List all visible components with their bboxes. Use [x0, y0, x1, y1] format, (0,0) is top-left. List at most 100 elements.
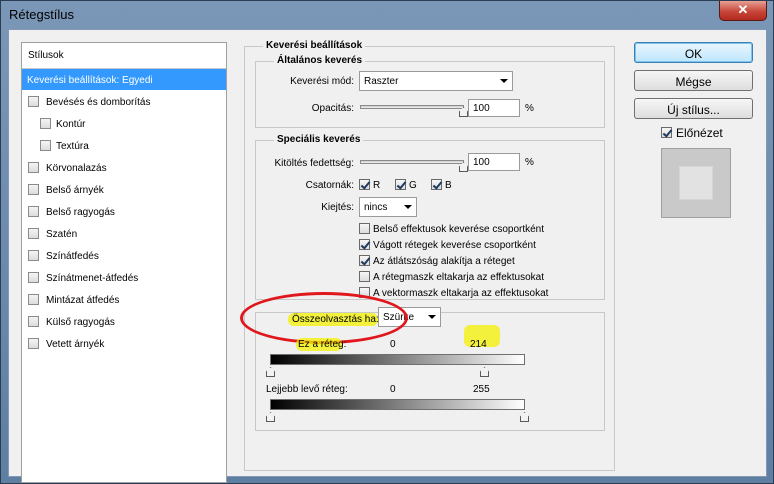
this-layer-min-value: 0 [390, 339, 396, 350]
window-title: Rétegstílus [9, 7, 75, 22]
sidebar-item-label: Körvonalazás [46, 163, 107, 174]
sidebar-item-drop-shadow[interactable]: Vetett árnyék [22, 333, 226, 355]
advanced-blending-title: Speciális keverés [274, 134, 364, 145]
general-blending-title: Általános keverés [274, 55, 366, 66]
option-transparency-shapes-checkbox[interactable] [359, 255, 370, 266]
this-layer-white-thumb[interactable] [480, 367, 489, 377]
title-bar[interactable]: Rétegstílus ✕ [1, 1, 773, 29]
checkbox[interactable] [28, 316, 39, 327]
underlying-min-value: 0 [390, 384, 396, 395]
option-blend-interior-label: Belső effektusok keverése csoportként [373, 224, 545, 235]
sidebar-item-label: Belső ragyogás [46, 207, 115, 218]
this-layer-max-value: 214 [470, 339, 487, 350]
channel-r-label: R [373, 180, 381, 191]
new-style-button[interactable]: Új stílus... [634, 98, 753, 119]
chevron-down-icon [500, 79, 508, 83]
checkbox[interactable] [28, 294, 39, 305]
checkbox[interactable] [28, 184, 39, 195]
checkbox[interactable] [28, 250, 39, 261]
blend-if-group: Összeolvasztás ha: Szürke Ez a réteg: 0 … [240, 292, 605, 431]
opacity-label: Opacitás: [311, 103, 354, 114]
sidebar-item-label: Keverési beállítások: Egyedi [27, 75, 153, 86]
styles-header[interactable]: Stílusok [22, 43, 226, 69]
styles-list: Stílusok Keverési beállítások: Egyedi Be… [21, 42, 227, 483]
checkbox[interactable] [28, 228, 39, 239]
channel-g-checkbox[interactable] [395, 179, 406, 190]
checkbox[interactable] [40, 140, 51, 151]
sidebar-item-stroke[interactable]: Körvonalazás [22, 157, 226, 179]
sidebar-item-label: Színátfedés [46, 251, 99, 262]
sidebar-item-label: Belső árnyék [46, 185, 104, 196]
option-vector-mask-hides-label: A vektormaszk eltakarja az effektusokat [373, 288, 549, 299]
sidebar-item-inner-glow[interactable]: Belső ragyogás [22, 201, 226, 223]
sidebar-item-label: Szatén [46, 229, 78, 240]
fill-opacity-slider[interactable] [360, 160, 464, 164]
fill-opacity-percent: % [525, 157, 534, 168]
advanced-blending-group: Speciális keverés Kitöltés fedettség: 10… [255, 134, 605, 300]
dialog-window: Rétegstílus ✕ Stílusok Keverési beállítá… [0, 0, 774, 484]
ok-button[interactable]: OK [634, 42, 753, 63]
checkbox[interactable] [28, 272, 39, 283]
checkbox[interactable] [28, 162, 39, 173]
channel-r-checkbox[interactable] [359, 179, 370, 190]
dialog-client: Stílusok Keverési beállítások: Egyedi Be… [8, 29, 767, 483]
fill-opacity-value: 100 [473, 157, 490, 168]
sidebar-item-outer-glow[interactable]: Külső ragyogás [22, 311, 226, 333]
close-button[interactable]: ✕ [719, 1, 767, 21]
fill-opacity-label: Kitöltés fedettség: [274, 158, 355, 169]
knockout-select[interactable]: nincs [359, 197, 417, 217]
blend-mode-label: Keverési mód: [290, 76, 354, 87]
option-layer-mask-hides-checkbox[interactable] [359, 271, 370, 282]
blend-mode-select[interactable]: Raszter [359, 71, 513, 91]
sidebar-item-label: Külső ragyogás [46, 317, 115, 328]
opacity-value: 100 [473, 103, 490, 114]
sidebar-item-blending-options[interactable]: Keverési beállítások: Egyedi [22, 69, 226, 90]
knockout-label: Kiejtés: [321, 202, 354, 213]
checkbox[interactable] [28, 96, 39, 107]
sidebar-item-label: Bevésés és domborítás [46, 97, 151, 108]
this-layer-label: Ez a réteg: [298, 339, 347, 350]
sidebar-item-gradient-overlay[interactable]: Színátmenet-átfedés [22, 267, 226, 289]
opacity-slider[interactable] [360, 105, 464, 109]
underlying-black-thumb[interactable] [266, 412, 275, 422]
channel-b-checkbox[interactable] [431, 179, 442, 190]
checkbox[interactable] [40, 118, 51, 129]
channel-b-label: B [445, 180, 452, 191]
close-icon: ✕ [737, 2, 749, 17]
option-transparency-shapes-label: Az átlátszóság alakítja a réteget [373, 256, 515, 267]
this-layer-gradient [270, 354, 525, 365]
sidebar-item-color-overlay[interactable]: Színátfedés [22, 245, 226, 267]
sidebar-item-bevel-emboss[interactable]: Bevésés és domborítás [22, 91, 226, 113]
blending-options-title: Keverési beállítások [263, 40, 366, 51]
sidebar-item-texture[interactable]: Textúra [22, 135, 226, 157]
chevron-down-icon [428, 315, 436, 319]
preview-checkbox[interactable] [661, 127, 672, 138]
checkbox[interactable] [28, 338, 39, 349]
knockout-value: nincs [364, 202, 388, 213]
fill-opacity-input[interactable]: 100 [468, 153, 520, 171]
underlying-layer-gradient [270, 399, 525, 410]
preview-label: Előnézet [676, 126, 723, 140]
chevron-down-icon [404, 205, 412, 209]
channel-g-label: G [409, 180, 417, 191]
underlying-white-thumb[interactable] [520, 412, 529, 422]
sidebar-item-contour[interactable]: Kontúr [22, 113, 226, 135]
sidebar-item-pattern-overlay[interactable]: Mintázat átfedés [22, 289, 226, 311]
sidebar-item-satin[interactable]: Szatén [22, 223, 226, 245]
style-preview-swatch [661, 148, 731, 218]
opacity-input[interactable]: 100 [468, 99, 520, 117]
sidebar-item-label: Színátmenet-átfedés [46, 273, 139, 284]
sidebar-item-label: Mintázat átfedés [46, 295, 120, 306]
annotation-circle [240, 292, 408, 344]
this-layer-black-thumb[interactable] [266, 367, 275, 377]
option-blend-interior-checkbox[interactable] [359, 223, 370, 234]
general-blending-group: Általános keverés Keverési mód: Raszter … [255, 55, 605, 128]
sidebar-item-label: Textúra [56, 141, 89, 152]
option-blend-clipped-checkbox[interactable] [359, 239, 370, 250]
opacity-percent: % [525, 103, 534, 114]
channels-label: Csatornák: [305, 180, 354, 191]
checkbox[interactable] [28, 206, 39, 217]
sidebar-item-inner-shadow[interactable]: Belső árnyék [22, 179, 226, 201]
cancel-button[interactable]: Mégse [634, 70, 753, 91]
blend-mode-value: Raszter [364, 76, 399, 87]
